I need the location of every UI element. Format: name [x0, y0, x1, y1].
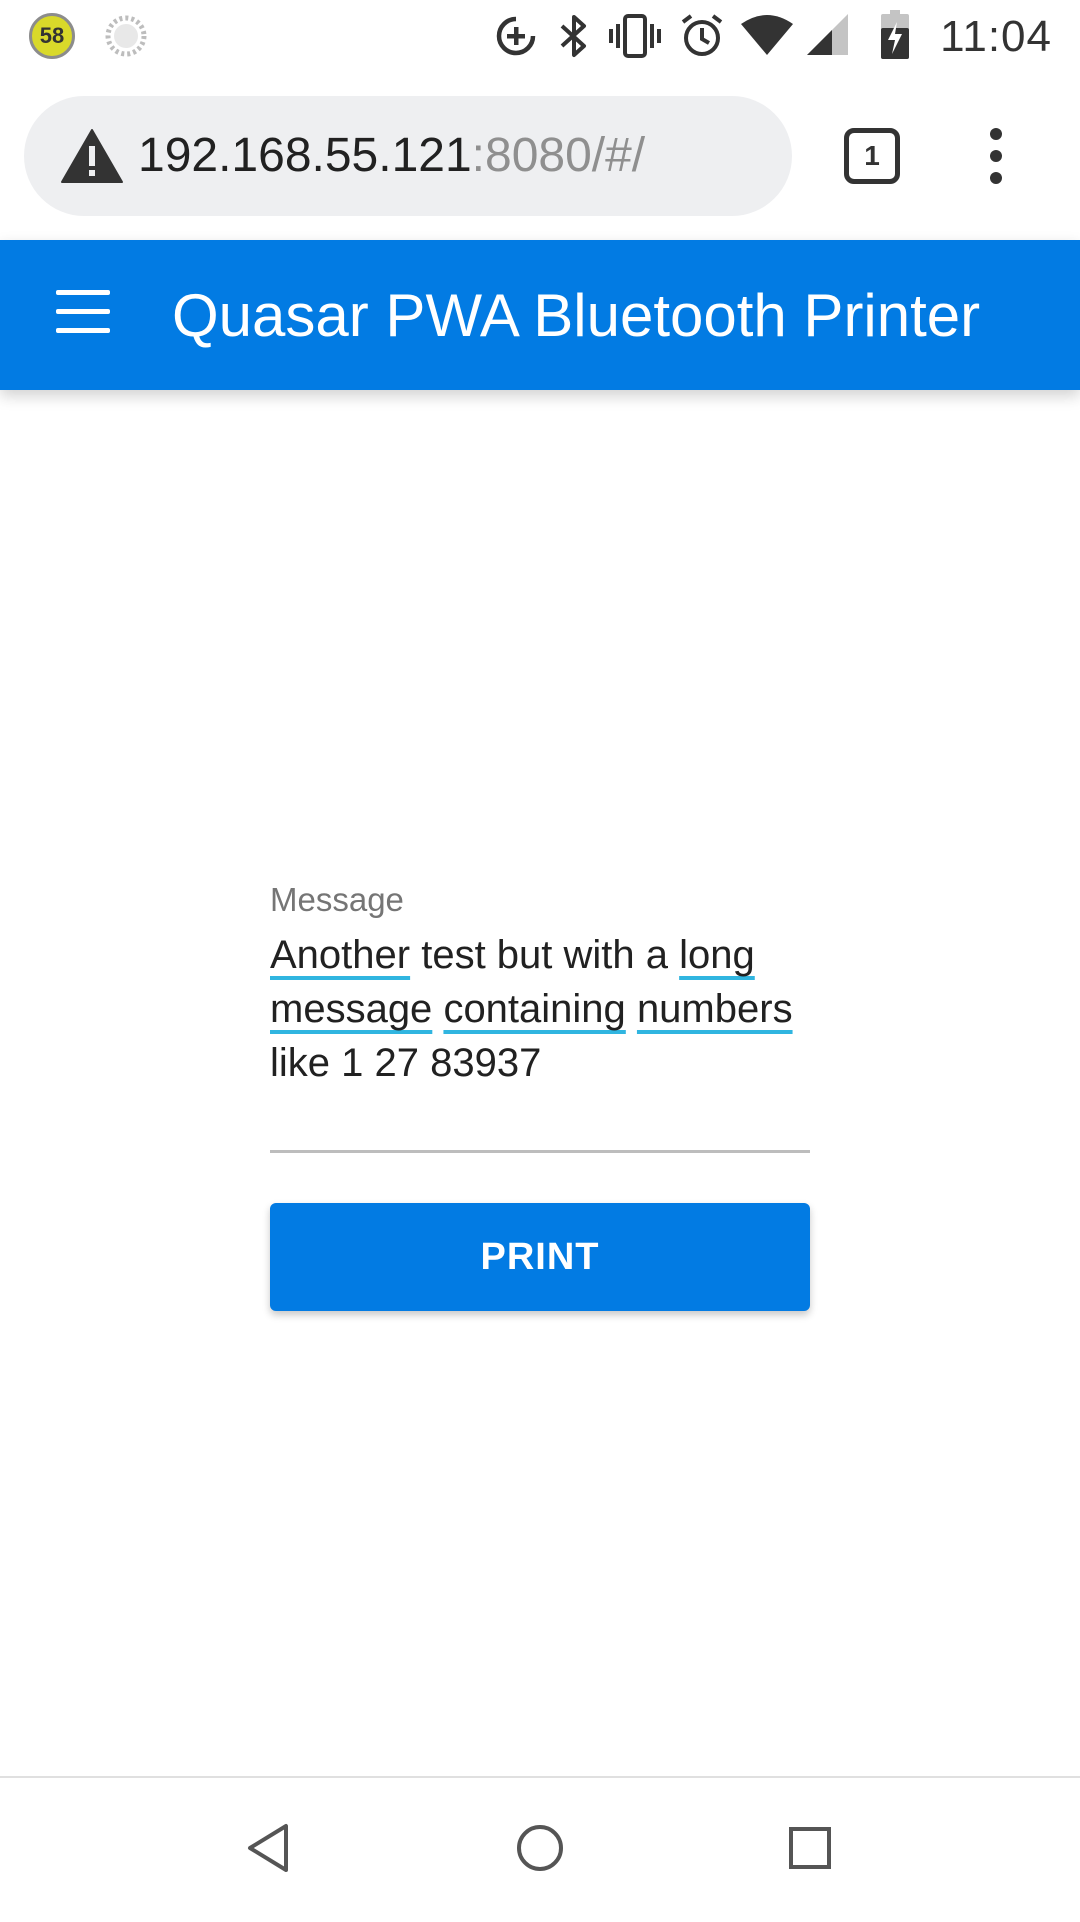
notification-count: 58	[39, 23, 65, 48]
loading-icon	[105, 15, 147, 57]
spellcheck-word: long	[679, 933, 755, 977]
message-text: like 1 27 83937	[270, 1041, 542, 1085]
data-saver-icon	[496, 16, 536, 56]
cell-signal-icon	[807, 14, 848, 55]
message-text	[626, 987, 637, 1031]
notification-count-badge: 58	[29, 13, 75, 59]
url-path: :8080/#/	[471, 129, 646, 182]
browser-toolbar: 192.168.55.121:8080/#/ 1	[0, 72, 1080, 240]
menu-dot-icon	[990, 150, 1002, 162]
message-label: Message	[270, 881, 404, 918]
system-navigation-bar	[0, 1776, 1080, 1922]
battery-charging-icon	[881, 10, 909, 59]
url-host: 192.168.55.121	[138, 129, 472, 182]
tab-count: 1	[864, 140, 880, 171]
spellcheck-word: Another	[270, 933, 411, 977]
field-underline	[270, 1150, 810, 1153]
spellcheck-word: numbers	[636, 987, 793, 1031]
back-icon[interactable]	[240, 1818, 300, 1878]
print-button[interactable]: PRINT	[270, 1203, 810, 1311]
tab-switcher-button[interactable]: 1	[844, 128, 900, 184]
browser-menu-button[interactable]	[976, 128, 1016, 188]
message-textarea[interactable]: Another test but with a long message con…	[270, 928, 810, 1090]
warning-icon[interactable]	[60, 126, 124, 186]
spellcheck-word: containing	[443, 987, 626, 1031]
status-bar: 58 11:04	[0, 0, 1080, 72]
clock: 11:04	[940, 12, 1052, 61]
spellcheck-word: message	[270, 987, 433, 1031]
print-button-label: PRINT	[480, 1235, 600, 1278]
message-text: test but with a	[410, 933, 680, 977]
menu-dot-icon	[990, 128, 1002, 140]
page-title: Quasar PWA Bluetooth Printer	[172, 282, 981, 349]
menu-dot-icon	[990, 172, 1002, 184]
bluetooth-icon	[560, 15, 586, 57]
app-header: Quasar PWA Bluetooth Printer	[0, 240, 1080, 390]
message-text	[432, 987, 443, 1031]
vibrate-icon	[609, 14, 661, 58]
alarm-icon	[681, 14, 723, 56]
menu-icon[interactable]	[56, 290, 116, 338]
wifi-icon	[741, 15, 793, 55]
message-field[interactable]: Message Another test but with a long mes…	[270, 880, 810, 1153]
recents-icon[interactable]	[780, 1818, 840, 1878]
address-bar[interactable]: 192.168.55.121:8080/#/	[24, 96, 792, 216]
home-icon[interactable]	[510, 1818, 570, 1878]
url-text[interactable]: 192.168.55.121:8080/#/	[138, 126, 645, 186]
